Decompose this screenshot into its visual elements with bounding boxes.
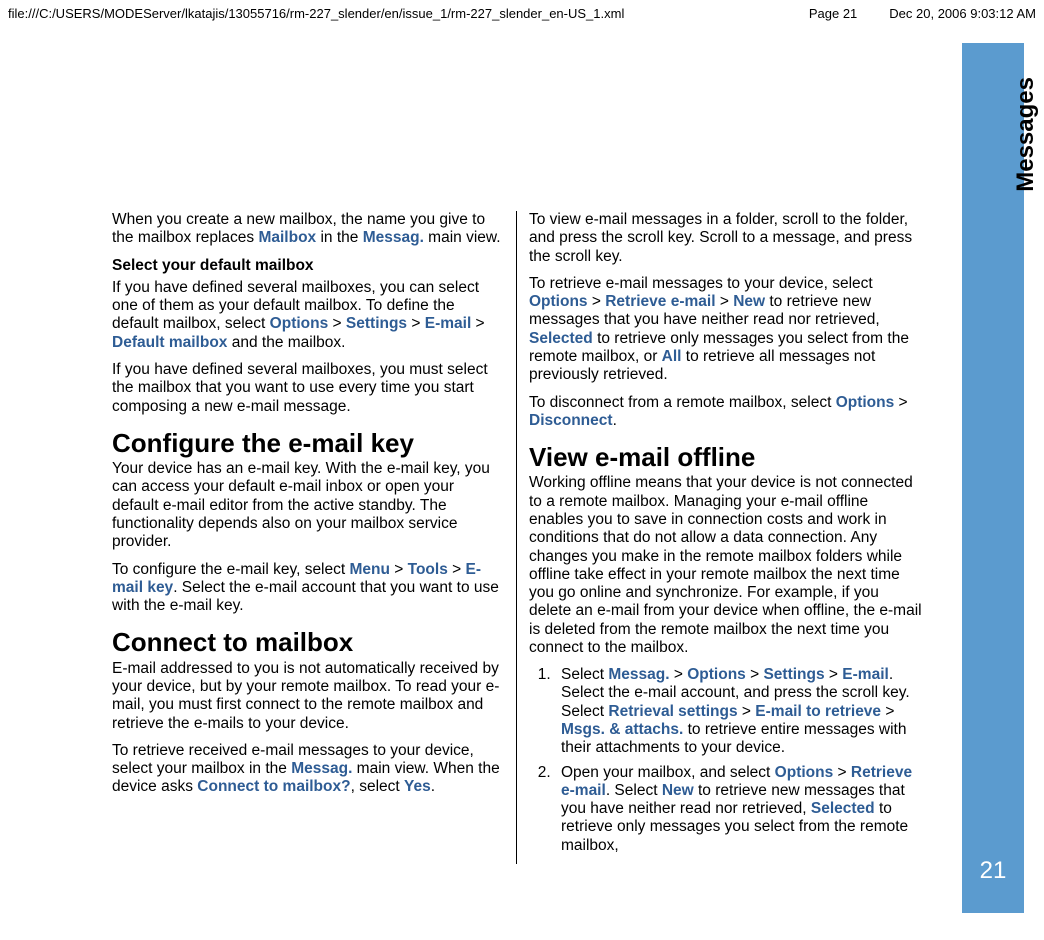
text: > — [471, 315, 484, 332]
text: . — [613, 412, 617, 429]
ui-term: Options — [687, 666, 746, 683]
ui-term: Msgs. & attachs. — [561, 721, 683, 738]
ordered-list: Select Messag. > Options > Settings > E-… — [529, 666, 922, 855]
ui-term: Retrieve e-mail — [605, 293, 715, 310]
text: Select — [561, 666, 608, 683]
text: , select — [351, 778, 404, 795]
timestamp: Dec 20, 2006 9:03:12 AM — [857, 6, 1036, 21]
text: > — [881, 703, 894, 720]
ui-term: Options — [775, 764, 834, 781]
ui-term: Menu — [350, 561, 390, 578]
ui-term: Disconnect — [529, 412, 613, 429]
ui-term: New — [733, 293, 765, 310]
ui-term: Messag. — [363, 229, 424, 246]
text: > — [825, 666, 843, 683]
ui-term: Default mailbox — [112, 334, 227, 351]
paragraph: To configure the e-mail key, select Menu… — [112, 561, 504, 616]
ui-term: New — [662, 782, 694, 799]
text: . — [431, 778, 435, 795]
paragraph: To view e-mail messages in a folder, scr… — [529, 211, 922, 266]
paragraph: Working offline means that your device i… — [529, 474, 922, 657]
ui-term: Selected — [811, 800, 875, 817]
ui-term: Options — [529, 293, 588, 310]
heading: Connect to mailbox — [112, 629, 504, 656]
text: > — [588, 293, 606, 310]
ui-term: Connect to mailbox? — [197, 778, 350, 795]
section-label: Messages — [1012, 77, 1040, 192]
subheading: Select your default mailbox — [112, 257, 504, 275]
text: To retrieve e-mail messages to your devi… — [529, 275, 873, 292]
paragraph: If you have defined several mailboxes, y… — [112, 361, 504, 416]
ui-term: Settings — [346, 315, 407, 332]
text: > — [833, 764, 851, 781]
ui-term: All — [662, 348, 682, 365]
ui-term: Options — [836, 394, 895, 411]
text: in the — [316, 229, 363, 246]
text: > — [894, 394, 907, 411]
ui-term: Messag. — [291, 760, 352, 777]
paragraph: When you create a new mailbox, the name … — [112, 211, 504, 248]
paragraph: To disconnect from a remote mailbox, sel… — [529, 394, 922, 431]
ui-term: Yes — [404, 778, 431, 795]
paragraph: To retrieve received e-mail messages to … — [112, 742, 504, 797]
ui-term: Tools — [408, 561, 448, 578]
text: > — [328, 315, 346, 332]
pdf-header: file:///C:/USERS/MODEServer/lkatajis/130… — [0, 0, 1044, 23]
paragraph: Your device has an e-mail key. With the … — [112, 460, 504, 551]
text: > — [407, 315, 425, 332]
heading: View e-mail offline — [529, 444, 922, 471]
ui-term: Options — [270, 315, 329, 332]
text: To disconnect from a remote mailbox, sel… — [529, 394, 836, 411]
page-indicator: Page 21 — [777, 6, 857, 21]
ui-term: Retrieval settings — [608, 703, 737, 720]
file-path: file:///C:/USERS/MODEServer/lkatajis/130… — [8, 6, 777, 21]
ui-term: E-mail — [425, 315, 472, 332]
side-tab: Messages 21 — [962, 43, 1024, 913]
paragraph: E-mail addressed to you is not automatic… — [112, 660, 504, 733]
text: > — [448, 561, 466, 578]
paragraph: To retrieve e-mail messages to your devi… — [529, 275, 922, 385]
ui-term: Mailbox — [258, 229, 316, 246]
ui-term: Messag. — [608, 666, 669, 683]
list-item: Open your mailbox, and select Options > … — [555, 764, 922, 855]
ui-term: Settings — [763, 666, 824, 683]
text: main view. — [424, 229, 501, 246]
ui-term: Selected — [529, 330, 593, 347]
ui-term: E-mail to retrieve — [755, 703, 881, 720]
left-column: When you create a new mailbox, the name … — [112, 211, 517, 864]
text: > — [746, 666, 764, 683]
content-columns: When you create a new mailbox, the name … — [112, 211, 934, 864]
text: > — [716, 293, 734, 310]
paragraph: If you have defined several mailboxes, y… — [112, 279, 504, 352]
page-number: 21 — [962, 857, 1024, 885]
text: To configure the e-mail key, select — [112, 561, 350, 578]
ui-term: E-mail — [842, 666, 889, 683]
list-item: Select Messag. > Options > Settings > E-… — [555, 666, 922, 757]
text: > — [738, 703, 756, 720]
text: . Select — [606, 782, 662, 799]
text: and the mailbox. — [227, 334, 345, 351]
text: > — [670, 666, 688, 683]
text: Open your mailbox, and select — [561, 764, 775, 781]
text: > — [390, 561, 408, 578]
heading: Configure the e-mail key — [112, 430, 504, 457]
right-column: To view e-mail messages in a folder, scr… — [517, 211, 922, 864]
page-body: Messages 21 When you create a new mailbo… — [20, 43, 1024, 913]
